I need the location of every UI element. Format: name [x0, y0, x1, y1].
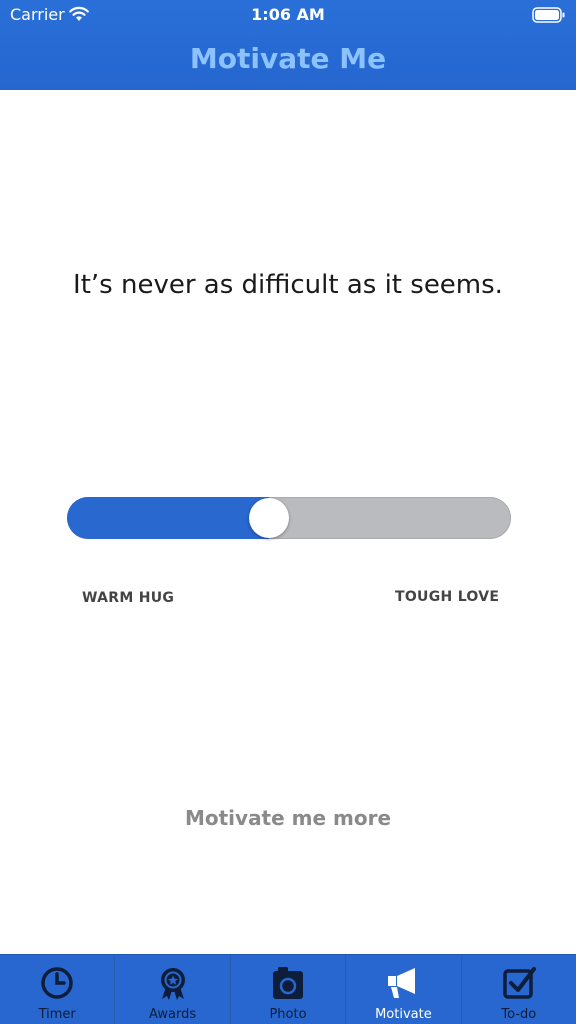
- nav-bar: Motivate Me: [0, 30, 576, 90]
- warm-hug-label: WARM HUG: [82, 590, 175, 606]
- award-icon: [160, 968, 185, 1000]
- motivate-screen: Carrier 1:06 AM Motivate Me It’s never a…: [0, 0, 576, 1024]
- page-title: Motivate Me: [189, 42, 387, 75]
- tab-awards[interactable]: Awards: [115, 955, 231, 1024]
- motivation-quote: It’s never as difficult as it seems.: [73, 270, 503, 300]
- tab-label-todo: To-do: [501, 1007, 537, 1022]
- tab-timer[interactable]: Timer: [0, 955, 116, 1024]
- status-time: 1:06 AM: [251, 5, 325, 24]
- megaphone-icon: [388, 968, 416, 998]
- camera-icon: [273, 967, 304, 999]
- checkbox-icon: [503, 967, 536, 999]
- tab-photo[interactable]: Photo: [231, 955, 347, 1024]
- motivation-style-slider[interactable]: [67, 497, 511, 539]
- tab-label-awards: Awards: [149, 1007, 197, 1022]
- slider-fill: [67, 497, 269, 539]
- tab-bar: Timer Awards Photo Motivate To-do: [0, 954, 576, 1024]
- battery-icon: [532, 7, 565, 23]
- header: Carrier 1:06 AM Motivate Me: [0, 0, 576, 90]
- status-bar: Carrier 1:06 AM: [0, 0, 576, 30]
- motivate-me-more-button[interactable]: Motivate me more: [0, 806, 576, 830]
- tough-love-label: TOUGH LOVE: [395, 589, 500, 605]
- clock-icon: [41, 967, 73, 999]
- tab-label-motivate: Motivate: [375, 1007, 432, 1022]
- tab-todo[interactable]: To-do: [462, 955, 576, 1024]
- tab-motivate[interactable]: Motivate: [346, 955, 462, 1024]
- tab-label-timer: Timer: [38, 1007, 76, 1022]
- tab-label-photo: Photo: [269, 1007, 307, 1022]
- slider-thumb[interactable]: [249, 498, 289, 538]
